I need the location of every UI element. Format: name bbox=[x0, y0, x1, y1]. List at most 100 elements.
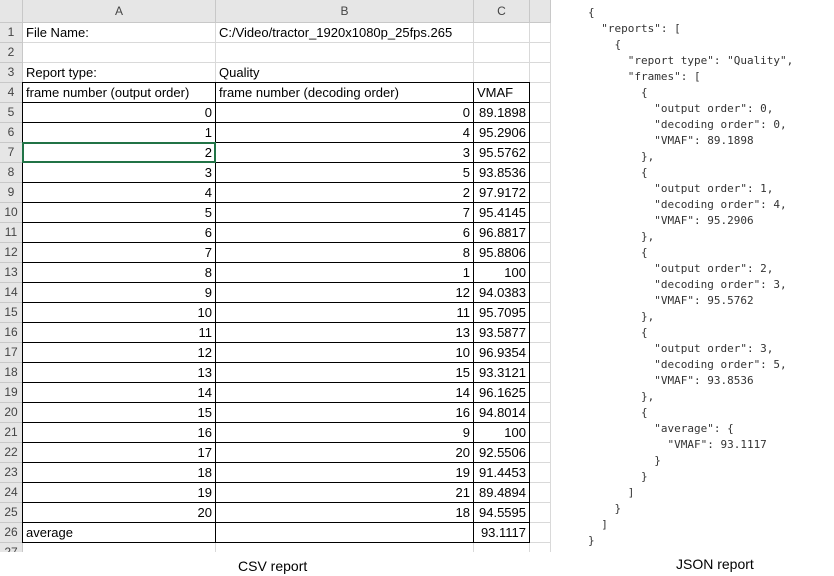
row-header[interactable]: 3 bbox=[0, 63, 23, 83]
cell-a4[interactable]: frame number (output order) bbox=[22, 82, 216, 103]
row-header[interactable]: 22 bbox=[0, 443, 23, 463]
row-header[interactable]: 9 bbox=[0, 183, 23, 203]
cell-a27[interactable] bbox=[23, 543, 216, 552]
cell-a9[interactable]: 4 bbox=[22, 182, 216, 203]
cell-d6[interactable] bbox=[530, 123, 551, 143]
row-header[interactable]: 26 bbox=[0, 523, 23, 543]
cell-a13[interactable]: 8 bbox=[22, 262, 216, 283]
cell-b3[interactable]: Quality bbox=[216, 63, 474, 83]
cell-a7[interactable]: 2 bbox=[22, 142, 216, 163]
cell-d15[interactable] bbox=[530, 303, 551, 323]
cell-d2[interactable] bbox=[530, 43, 551, 63]
row-header[interactable]: 23 bbox=[0, 463, 23, 483]
cell-d8[interactable] bbox=[530, 163, 551, 183]
cell-c10[interactable]: 95.4145 bbox=[473, 202, 530, 223]
cell-b22[interactable]: 20 bbox=[215, 442, 474, 463]
cell-a12[interactable]: 7 bbox=[22, 242, 216, 263]
cell-a21[interactable]: 16 bbox=[22, 422, 216, 443]
cell-c18[interactable]: 93.3121 bbox=[473, 362, 530, 383]
cell-c3[interactable] bbox=[474, 63, 530, 83]
row-header[interactable]: 21 bbox=[0, 423, 23, 443]
cell-b20[interactable]: 16 bbox=[215, 402, 474, 423]
row-header[interactable]: 15 bbox=[0, 303, 23, 323]
cell-b14[interactable]: 12 bbox=[215, 282, 474, 303]
cell-b16[interactable]: 13 bbox=[215, 322, 474, 343]
cell-a8[interactable]: 3 bbox=[22, 162, 216, 183]
select-all-corner[interactable] bbox=[0, 0, 23, 23]
cell-a23[interactable]: 18 bbox=[22, 462, 216, 483]
cell-d24[interactable] bbox=[530, 483, 551, 503]
cell-a5[interactable]: 0 bbox=[22, 102, 216, 123]
cell-c4[interactable]: VMAF bbox=[473, 82, 530, 103]
cell-d13[interactable] bbox=[530, 263, 551, 283]
cell-c27[interactable] bbox=[474, 543, 530, 552]
cell-c13[interactable]: 100 bbox=[473, 262, 530, 283]
cell-c24[interactable]: 89.4894 bbox=[473, 482, 530, 503]
row-header[interactable]: 18 bbox=[0, 363, 23, 383]
cell-d26[interactable] bbox=[530, 523, 551, 543]
cell-c21[interactable]: 100 bbox=[473, 422, 530, 443]
cell-d3[interactable] bbox=[530, 63, 551, 83]
cell-a17[interactable]: 12 bbox=[22, 342, 216, 363]
cell-d16[interactable] bbox=[530, 323, 551, 343]
cell-d10[interactable] bbox=[530, 203, 551, 223]
row-header[interactable]: 14 bbox=[0, 283, 23, 303]
row-header[interactable]: 4 bbox=[0, 83, 23, 103]
cell-b5[interactable]: 0 bbox=[215, 102, 474, 123]
cell-c7[interactable]: 95.5762 bbox=[473, 142, 530, 163]
cell-d21[interactable] bbox=[530, 423, 551, 443]
cell-a24[interactable]: 19 bbox=[22, 482, 216, 503]
cell-d7[interactable] bbox=[530, 143, 551, 163]
cell-a14[interactable]: 9 bbox=[22, 282, 216, 303]
cell-c6[interactable]: 95.2906 bbox=[473, 122, 530, 143]
cell-b11[interactable]: 6 bbox=[215, 222, 474, 243]
cell-b18[interactable]: 15 bbox=[215, 362, 474, 383]
row-header[interactable]: 27 bbox=[0, 543, 23, 552]
cell-b23[interactable]: 19 bbox=[215, 462, 474, 483]
cell-a10[interactable]: 5 bbox=[22, 202, 216, 223]
cell-b6[interactable]: 4 bbox=[215, 122, 474, 143]
row-header[interactable]: 25 bbox=[0, 503, 23, 523]
cell-a16[interactable]: 11 bbox=[22, 322, 216, 343]
row-header[interactable]: 13 bbox=[0, 263, 23, 283]
row-header[interactable]: 10 bbox=[0, 203, 23, 223]
cell-d9[interactable] bbox=[530, 183, 551, 203]
row-header[interactable]: 17 bbox=[0, 343, 23, 363]
column-header-a[interactable]: A bbox=[23, 0, 216, 23]
row-header[interactable]: 1 bbox=[0, 23, 23, 43]
cell-b21[interactable]: 9 bbox=[215, 422, 474, 443]
row-header[interactable]: 20 bbox=[0, 403, 23, 423]
cell-c9[interactable]: 97.9172 bbox=[473, 182, 530, 203]
cell-d18[interactable] bbox=[530, 363, 551, 383]
cell-d23[interactable] bbox=[530, 463, 551, 483]
cell-d1[interactable] bbox=[530, 23, 551, 43]
cell-b1[interactable]: C:/Video/tractor_1920x1080p_25fps.265 bbox=[216, 23, 474, 43]
cell-c2[interactable] bbox=[474, 43, 530, 63]
cell-b12[interactable]: 8 bbox=[215, 242, 474, 263]
cell-d4[interactable] bbox=[530, 83, 551, 103]
cell-d11[interactable] bbox=[530, 223, 551, 243]
cell-c15[interactable]: 95.7095 bbox=[473, 302, 530, 323]
cell-c1[interactable] bbox=[474, 23, 530, 43]
row-header[interactable]: 24 bbox=[0, 483, 23, 503]
cell-d5[interactable] bbox=[530, 103, 551, 123]
cell-b7[interactable]: 3 bbox=[215, 142, 474, 163]
cell-b24[interactable]: 21 bbox=[215, 482, 474, 503]
cell-c26[interactable]: 93.1117 bbox=[473, 522, 530, 543]
row-header[interactable]: 7 bbox=[0, 143, 23, 163]
cell-a11[interactable]: 6 bbox=[22, 222, 216, 243]
cell-b2[interactable] bbox=[216, 43, 474, 63]
cell-c11[interactable]: 96.8817 bbox=[473, 222, 530, 243]
cell-b13[interactable]: 1 bbox=[215, 262, 474, 283]
cell-b15[interactable]: 11 bbox=[215, 302, 474, 323]
cell-c23[interactable]: 91.4453 bbox=[473, 462, 530, 483]
cell-c5[interactable]: 89.1898 bbox=[473, 102, 530, 123]
row-header[interactable]: 5 bbox=[0, 103, 23, 123]
cell-b19[interactable]: 14 bbox=[215, 382, 474, 403]
cell-c8[interactable]: 93.8536 bbox=[473, 162, 530, 183]
row-header[interactable]: 6 bbox=[0, 123, 23, 143]
cell-b25[interactable]: 18 bbox=[215, 502, 474, 523]
cell-b17[interactable]: 10 bbox=[215, 342, 474, 363]
cell-a6[interactable]: 1 bbox=[22, 122, 216, 143]
cell-c14[interactable]: 94.0383 bbox=[473, 282, 530, 303]
